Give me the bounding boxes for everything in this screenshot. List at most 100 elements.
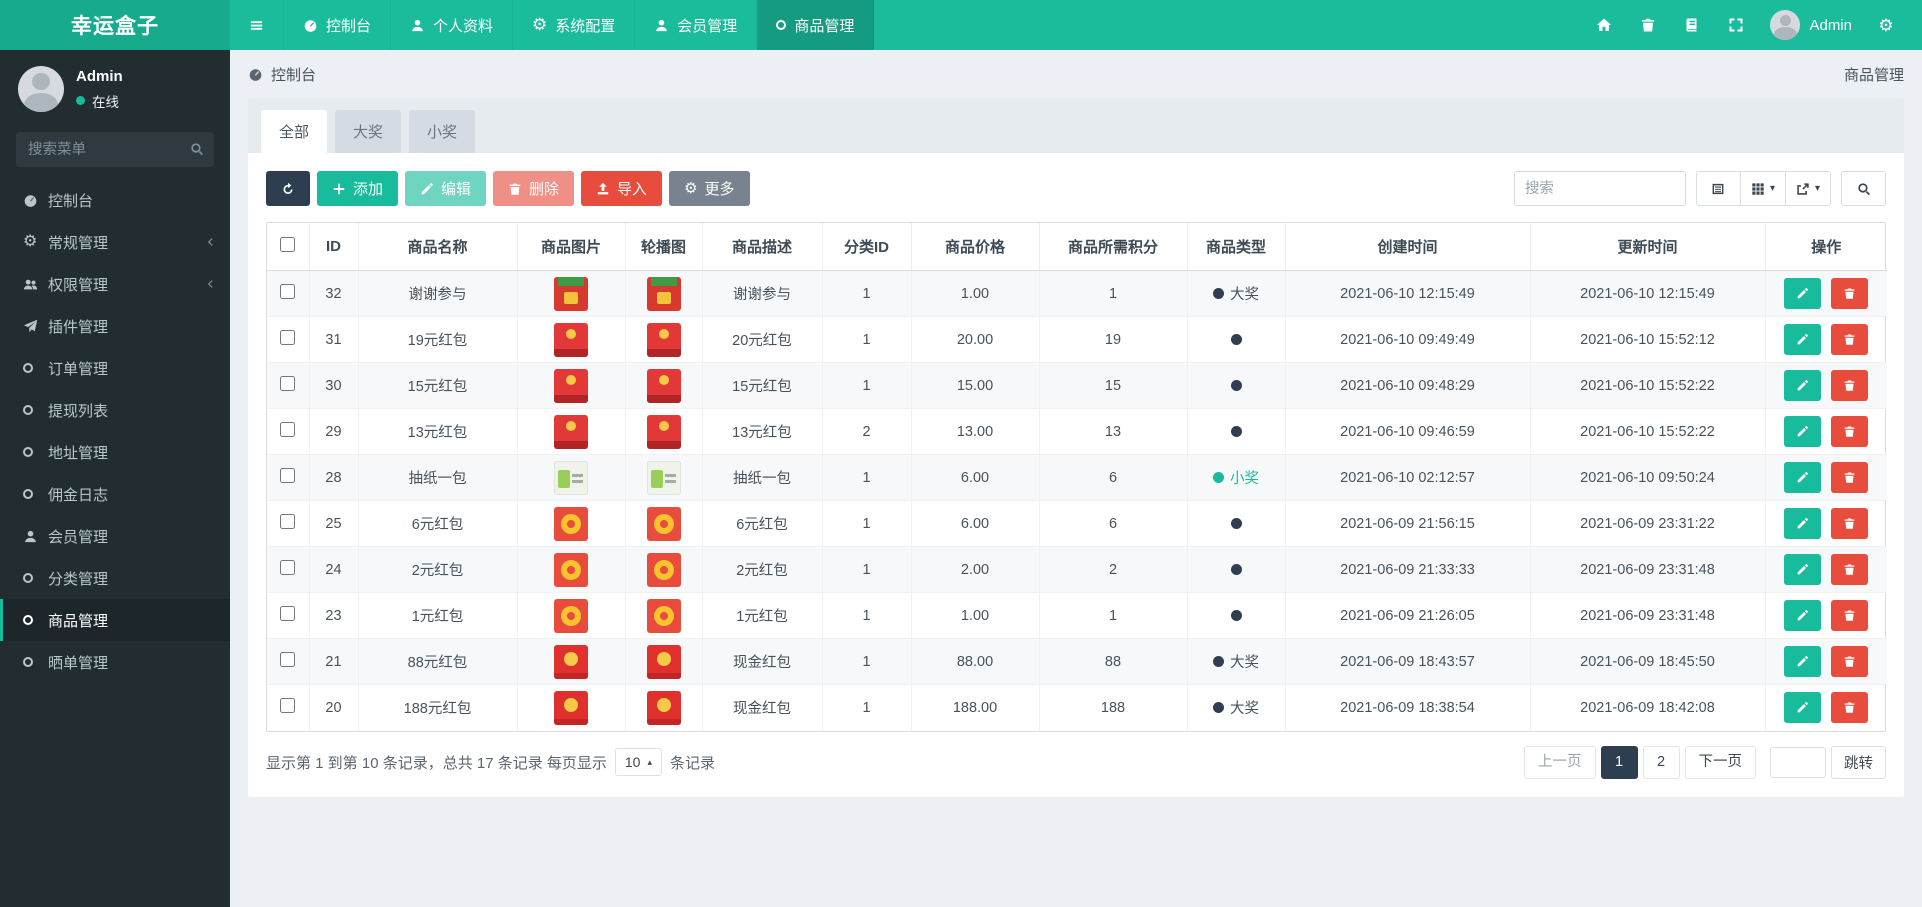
product-image[interactable] bbox=[554, 690, 588, 725]
row-checkbox[interactable] bbox=[280, 606, 296, 621]
delete-button[interactable] bbox=[1831, 370, 1869, 401]
expand-icon-button[interactable] bbox=[1714, 0, 1758, 50]
carousel-image[interactable] bbox=[646, 460, 681, 495]
delete-button[interactable] bbox=[1831, 646, 1869, 677]
product-image[interactable] bbox=[554, 322, 588, 357]
row-checkbox[interactable] bbox=[280, 560, 296, 575]
select-all-checkbox[interactable] bbox=[280, 237, 296, 252]
edit-button[interactable] bbox=[1784, 462, 1822, 493]
row-checkbox[interactable] bbox=[280, 652, 296, 667]
nav-item-sidebar-toggle[interactable] bbox=[230, 0, 284, 50]
carousel-image[interactable] bbox=[646, 644, 681, 679]
carousel-image[interactable] bbox=[646, 322, 681, 357]
detail-view-button[interactable] bbox=[1695, 171, 1741, 206]
sidebar-item-general[interactable]: ⚙︎ 常规管理 bbox=[0, 221, 230, 263]
carousel-image[interactable] bbox=[646, 506, 681, 541]
pagination-prev[interactable]: 上一页 bbox=[1524, 745, 1596, 779]
delete-button[interactable] bbox=[1831, 554, 1869, 585]
delete-button[interactable] bbox=[1831, 278, 1869, 309]
gears-icon-button[interactable]: ⚙︎ bbox=[1864, 0, 1908, 50]
carousel-image[interactable] bbox=[646, 598, 681, 633]
delete-button[interactable] bbox=[1831, 600, 1869, 631]
delete-button[interactable] bbox=[1831, 416, 1869, 447]
delete-button[interactable] bbox=[1831, 324, 1869, 355]
product-image[interactable] bbox=[554, 368, 588, 403]
delete-button[interactable] bbox=[1831, 508, 1869, 539]
pagination-page-1[interactable]: 1 bbox=[1600, 745, 1638, 779]
view-buttons: ▾ ▾ bbox=[1695, 171, 1831, 206]
edit-button[interactable] bbox=[1784, 600, 1822, 631]
sidebar-item-share-order[interactable]: 晒单管理 bbox=[0, 641, 230, 683]
product-image[interactable] bbox=[554, 276, 588, 311]
page-size-select[interactable]: 10 ▴ bbox=[614, 748, 662, 776]
edit-button[interactable] bbox=[1784, 416, 1822, 447]
nav-item-system-config[interactable]: ⚙︎ 系统配置 bbox=[513, 0, 636, 50]
more-button[interactable]: ⚙︎ 更多 bbox=[669, 171, 750, 206]
refresh-button[interactable] bbox=[266, 171, 310, 206]
tab-all[interactable]: 全部 bbox=[261, 110, 328, 153]
export-button[interactable]: ▾ bbox=[1784, 171, 1831, 206]
edit-button[interactable] bbox=[1784, 508, 1822, 539]
nav-item-product-management[interactable]: 商品管理 bbox=[757, 0, 875, 50]
trash-icon-button[interactable] bbox=[1626, 0, 1670, 50]
columns-button[interactable]: ▾ bbox=[1739, 171, 1786, 206]
sidebar-item-commission[interactable]: 佣金日志 bbox=[0, 473, 230, 515]
edit-button[interactable] bbox=[1784, 324, 1822, 355]
sidebar-item-category[interactable]: 分类管理 bbox=[0, 557, 230, 599]
sidebar-item-addon[interactable]: 插件管理 bbox=[0, 305, 230, 347]
row-checkbox[interactable] bbox=[280, 284, 296, 299]
pagination-next[interactable]: 下一页 bbox=[1684, 745, 1756, 779]
product-image[interactable] bbox=[554, 506, 588, 541]
sidebar-item-withdraw[interactable]: 提现列表 bbox=[0, 389, 230, 431]
sidebar-item-member[interactable]: 会员管理 bbox=[0, 515, 230, 557]
page-jump-input[interactable] bbox=[1770, 746, 1826, 778]
pagination-page-2[interactable]: 2 bbox=[1642, 745, 1680, 779]
row-checkbox[interactable] bbox=[280, 330, 296, 345]
sidebar-item-order[interactable]: 订单管理 bbox=[0, 347, 230, 389]
edit-button[interactable] bbox=[1784, 554, 1822, 585]
delete-button[interactable]: 删除 bbox=[493, 171, 575, 206]
carousel-image[interactable] bbox=[646, 276, 681, 311]
product-image[interactable] bbox=[554, 644, 588, 679]
carousel-image[interactable] bbox=[646, 414, 681, 449]
row-checkbox[interactable] bbox=[280, 514, 296, 529]
nav-item-profile[interactable]: 个人资料 bbox=[391, 0, 514, 50]
sidebar-item-product[interactable]: 商品管理 bbox=[0, 599, 230, 641]
breadcrumb-item[interactable]: 控制台 bbox=[271, 64, 316, 85]
delete-button[interactable] bbox=[1831, 692, 1869, 724]
search-toggle-button[interactable] bbox=[1841, 171, 1886, 206]
edit-button[interactable] bbox=[1784, 278, 1822, 309]
product-image[interactable] bbox=[554, 552, 588, 587]
page-jump-button[interactable]: 跳转 bbox=[1831, 745, 1886, 779]
sidebar-search-input[interactable] bbox=[16, 132, 214, 167]
product-image[interactable] bbox=[554, 414, 588, 449]
carousel-image[interactable] bbox=[646, 690, 681, 725]
book-icon-button[interactable] bbox=[1670, 0, 1714, 50]
home-icon-button[interactable] bbox=[1582, 0, 1626, 50]
product-image[interactable] bbox=[554, 598, 588, 633]
nav-item-dashboard[interactable]: 控制台 bbox=[284, 0, 392, 50]
edit-button[interactable] bbox=[1784, 370, 1822, 401]
table-search-input[interactable] bbox=[1513, 171, 1686, 206]
edit-button[interactable] bbox=[1784, 692, 1822, 724]
sidebar-item-auth[interactable]: 权限管理 bbox=[0, 263, 230, 305]
product-image[interactable] bbox=[554, 460, 588, 495]
tab-small-prize[interactable]: 小奖 bbox=[409, 110, 476, 153]
row-checkbox[interactable] bbox=[280, 468, 296, 483]
carousel-image[interactable] bbox=[646, 552, 681, 587]
nav-item-member-management[interactable]: 会员管理 bbox=[635, 0, 758, 50]
carousel-image[interactable] bbox=[646, 368, 681, 403]
row-checkbox[interactable] bbox=[280, 698, 296, 714]
add-button[interactable]: 添加 bbox=[317, 171, 399, 206]
row-checkbox[interactable] bbox=[280, 422, 296, 437]
sidebar-item-address[interactable]: 地址管理 bbox=[0, 431, 230, 473]
brand-logo[interactable]: 幸运盒子 bbox=[0, 0, 230, 50]
delete-button[interactable] bbox=[1831, 462, 1869, 493]
row-checkbox[interactable] bbox=[280, 376, 296, 391]
import-button[interactable]: 导入 bbox=[581, 171, 663, 206]
tab-big-prize[interactable]: 大奖 bbox=[335, 110, 402, 153]
navbar-user[interactable]: Admin bbox=[1758, 10, 1864, 40]
sidebar-item-dashboard[interactable]: 控制台 bbox=[0, 179, 230, 221]
edit-button[interactable]: 编辑 bbox=[405, 171, 487, 206]
edit-button[interactable] bbox=[1784, 646, 1822, 677]
